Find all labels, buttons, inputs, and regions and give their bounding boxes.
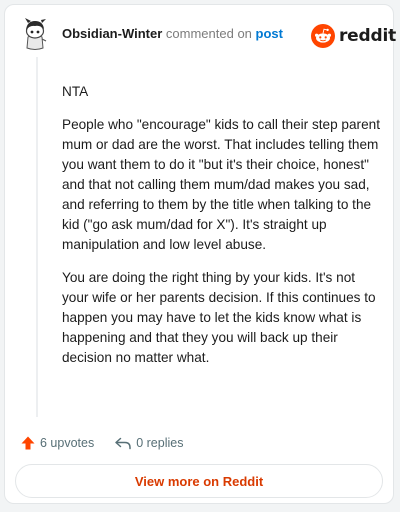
reddit-logo-icon (311, 24, 335, 48)
snoo-avatar-icon[interactable] (19, 17, 51, 51)
commented-on-text: commented on (165, 26, 252, 41)
reddit-wordmark: reddit (339, 26, 397, 46)
comment-paragraph: You are doing the right thing by your ki… (62, 270, 376, 365)
upvotes-counter[interactable]: 6 upvotes (20, 435, 94, 451)
comment-byline: Obsidian-Winter commented on post (62, 26, 283, 42)
comment-embed-card: Obsidian-Winter commented on post reddit… (4, 4, 396, 504)
upvotes-label: 6 upvotes (40, 436, 95, 450)
thread-line (36, 57, 38, 417)
post-link[interactable]: post (256, 26, 283, 41)
comment-body: NTA People who "encourage" kids to call … (62, 82, 382, 381)
username-link[interactable]: Obsidian-Winter (62, 26, 162, 41)
replies-counter[interactable]: 0 replies (114, 435, 183, 451)
view-more-on-reddit-button[interactable]: View more on Reddit (15, 464, 383, 498)
reply-arrow-icon (115, 437, 131, 450)
upvote-arrow-icon (21, 436, 35, 450)
replies-label: 0 replies (136, 436, 184, 450)
reddit-logo[interactable]: reddit (311, 23, 396, 49)
comment-paragraph: NTA (62, 84, 89, 99)
comment-footer: 6 upvotes 0 replies (20, 433, 203, 453)
comment-header: Obsidian-Winter commented on post reddit (5, 5, 396, 65)
comment-paragraph: People who "encourage" kids to call thei… (62, 117, 380, 252)
